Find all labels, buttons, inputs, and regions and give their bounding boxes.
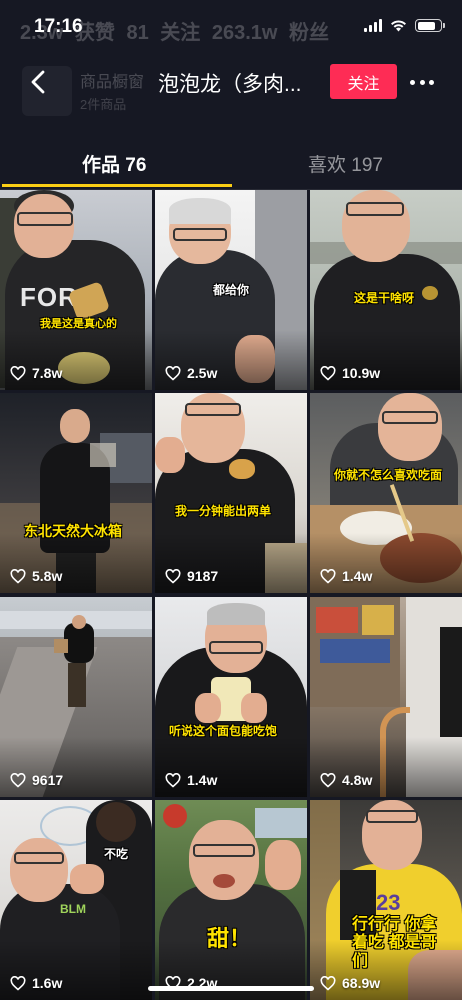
heart-icon xyxy=(320,568,336,584)
status-icons xyxy=(364,19,445,32)
video-grid: FOR 我是这是真心的 7.8w 都给你 2.5w 这是干啥呀 10.9w 东北… xyxy=(0,190,462,1000)
video-thumbnail[interactable]: 听说这个面包能吃饱 1.4w xyxy=(155,597,307,797)
shop-window-title-faded: 商品橱窗 xyxy=(80,74,145,91)
video-caption: 行行行 你拿着吃 都是哥们 xyxy=(352,916,452,971)
status-time: 17:16 xyxy=(34,16,83,37)
like-count: 1.4w xyxy=(165,772,217,788)
heart-icon xyxy=(10,365,26,381)
thumbnail-shade xyxy=(310,330,462,390)
shop-window-count-faded: 2件商品 xyxy=(80,97,127,112)
like-count-value: 5.8w xyxy=(32,568,63,584)
heart-icon xyxy=(320,365,336,381)
video-thumbnail[interactable]: 23 行行行 你拿着吃 都是哥们 68.9w xyxy=(310,800,462,1000)
heart-icon xyxy=(165,772,181,788)
like-count: 4.8w xyxy=(320,772,372,788)
video-thumbnail[interactable]: 东北天然大冰箱 5.8w xyxy=(0,393,152,593)
like-count-value: 68.9w xyxy=(342,975,381,991)
thumbnail-shade xyxy=(155,330,307,390)
video-thumbnail[interactable]: 甜！ 2.2w xyxy=(155,800,307,1000)
video-caption: 我是这是真心的 xyxy=(40,318,117,330)
heart-icon xyxy=(10,568,26,584)
video-thumbnail[interactable]: 4.8w xyxy=(310,597,462,797)
heart-icon xyxy=(165,365,181,381)
like-count-value: 9187 xyxy=(187,568,219,584)
profile-name: 泡泡龙（多肉... xyxy=(158,73,302,96)
like-count: 5.8w xyxy=(10,568,62,584)
video-thumbnail[interactable]: 9617 xyxy=(0,597,152,797)
like-count-value: 10.9w xyxy=(342,365,381,381)
heart-icon xyxy=(165,568,181,584)
battery-icon xyxy=(415,19,445,32)
heart-icon xyxy=(10,772,26,788)
video-caption: 甜！ xyxy=(207,926,252,951)
video-caption: 你就不怎么喜欢吃面 xyxy=(334,468,443,482)
profile-tabs: 作品 76 喜欢 197 xyxy=(0,140,462,190)
like-count-value: 7.8w xyxy=(32,365,63,381)
video-caption: 听说这个面包能吃饱 xyxy=(169,724,278,738)
heart-icon xyxy=(320,772,336,788)
more-icon[interactable] xyxy=(410,72,434,92)
thumbnail-shade xyxy=(0,940,152,1000)
video-caption-text: 行行行 你拿着吃 都是哥们 xyxy=(352,916,437,970)
video-thumbnail[interactable]: BLM 不吃 1.6w xyxy=(0,800,152,1000)
thumbnail-shade xyxy=(0,533,152,593)
like-count: 1.6w xyxy=(10,975,62,991)
video-caption: 都给你 xyxy=(213,283,250,297)
thumbnail-shade xyxy=(310,737,462,797)
video-caption: 不吃 xyxy=(104,847,129,861)
like-count-value: 4.8w xyxy=(342,772,373,788)
back-button[interactable] xyxy=(20,64,56,100)
like-count: 1.4w xyxy=(320,568,372,584)
thumbnail-shade xyxy=(0,330,152,390)
video-thumbnail[interactable]: 你就不怎么喜欢吃面 1.4w xyxy=(310,393,462,593)
tab-works[interactable]: 作品 76 xyxy=(82,150,146,177)
like-count: 68.9w xyxy=(320,975,380,991)
chevron-left-icon xyxy=(31,70,45,94)
like-count-value: 1.4w xyxy=(187,772,218,788)
video-thumbnail[interactable]: FOR 我是这是真心的 7.8w xyxy=(0,190,152,390)
tab-likes[interactable]: 喜欢 197 xyxy=(308,150,383,177)
like-count: 10.9w xyxy=(320,365,380,381)
heart-icon xyxy=(10,975,26,991)
follow-button[interactable]: 关注 xyxy=(330,64,397,99)
like-count-value: 2.5w xyxy=(187,365,218,381)
like-count: 7.8w xyxy=(10,365,62,381)
like-count-value: 1.6w xyxy=(32,975,63,991)
like-count: 2.5w xyxy=(165,365,217,381)
like-count: 9187 xyxy=(165,568,218,584)
thumbnail-shade xyxy=(0,737,152,797)
signal-icon xyxy=(364,19,382,32)
video-thumbnail[interactable]: 都给你 2.5w xyxy=(155,190,307,390)
wifi-icon xyxy=(391,20,406,32)
tab-indicator xyxy=(2,184,232,187)
video-caption: 我一分钟能出两单 xyxy=(175,504,272,518)
video-caption: 这是干啥呀 xyxy=(354,291,415,305)
video-thumbnail[interactable]: 我一分钟能出两单 9187 xyxy=(155,393,307,593)
home-indicator[interactable] xyxy=(148,986,314,991)
like-count-value: 9617 xyxy=(32,772,64,788)
like-count-value: 1.4w xyxy=(342,568,373,584)
heart-icon xyxy=(320,975,336,991)
thumbnail-shade xyxy=(155,533,307,593)
video-caption: 东北天然大冰箱 xyxy=(24,523,122,539)
profile-header: 商品橱窗 2件商品 泡泡龙（多肉... 关注 xyxy=(0,52,462,116)
thumbnail-shade xyxy=(155,737,307,797)
thumbnail-shade xyxy=(310,533,462,593)
like-count: 9617 xyxy=(10,772,63,788)
video-thumbnail[interactable]: 这是干啥呀 10.9w xyxy=(310,190,462,390)
status-bar: 2.3w 获赞 81 关注 263.1w 粉丝 17:16 xyxy=(0,0,462,52)
